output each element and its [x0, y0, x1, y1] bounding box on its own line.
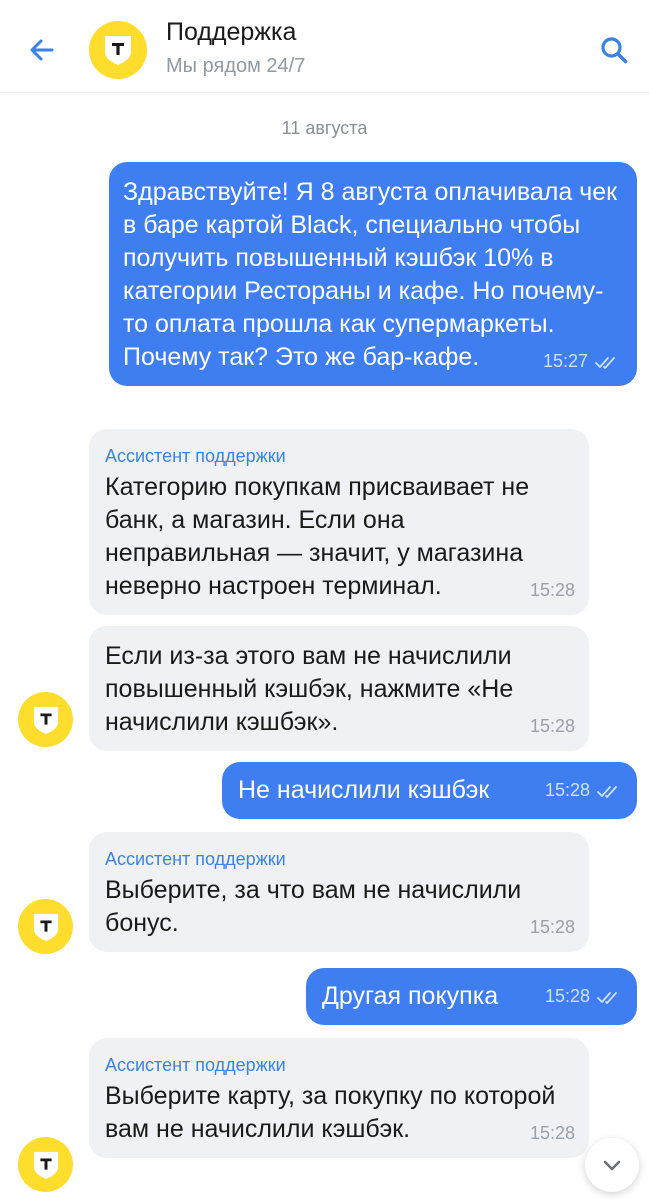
- incoming-message[interactable]: Ассистент поддержки Выберите, за что вам…: [89, 832, 589, 952]
- outgoing-message[interactable]: Здравствуйте! Я 8 августа оплачивала чек…: [109, 162, 637, 386]
- date-separator: 11 августа: [281, 118, 368, 138]
- incoming-message[interactable]: Ассистент поддержки Выберите карту, за п…: [89, 1038, 589, 1158]
- incoming-message[interactable]: Ассистент поддержки Категорию покупкам п…: [89, 429, 589, 615]
- bank-logo-icon: [33, 913, 58, 941]
- message-text: Выберите, за что вам не начислили бонус.: [105, 876, 522, 937]
- double-check-icon: [597, 786, 617, 798]
- message-time: 15:28: [544, 780, 590, 800]
- message-time: 15:28: [529, 580, 575, 600]
- bank-logo-icon: [33, 706, 58, 734]
- search-button[interactable]: [594, 30, 634, 70]
- chat-subtitle: Мы рядом 24/7: [166, 55, 306, 77]
- outgoing-message[interactable]: Не начислили кэшбэк 15:28: [222, 762, 637, 819]
- sender-name: Ассистент поддержки: [105, 849, 286, 869]
- search-icon: [601, 37, 628, 64]
- double-check-icon: [595, 357, 615, 369]
- assistant-avatar[interactable]: [18, 1137, 73, 1192]
- incoming-message[interactable]: Если из-за этого вам не начислили повыше…: [89, 626, 589, 751]
- message-text: Другая покупка: [322, 982, 499, 1010]
- message-time: 15:28: [529, 917, 575, 937]
- scroll-to-bottom-button[interactable]: [585, 1138, 639, 1192]
- chat-header: Поддержка Мы рядом 24/7: [0, 0, 649, 93]
- sender-name: Ассистент поддержки: [105, 1055, 286, 1075]
- message-meta: 15:27: [543, 349, 619, 373]
- message-time: 15:28: [544, 986, 590, 1006]
- chat-title: Поддержка: [166, 18, 297, 46]
- double-check-icon: [597, 992, 617, 1004]
- chat-avatar[interactable]: [89, 21, 147, 79]
- message-text: Если из-за этого вам не начислили повыше…: [105, 642, 514, 736]
- message-text: Категорию покупкам присваивает не банк, …: [105, 473, 530, 600]
- assistant-avatar[interactable]: [18, 692, 73, 747]
- chevron-down-icon: [603, 1160, 621, 1171]
- message-meta: 15:28: [545, 984, 621, 1008]
- bank-logo-icon: [33, 1151, 58, 1179]
- message-time: 15:28: [529, 1123, 575, 1143]
- message-text: Не начислили кэшбэк: [238, 776, 490, 804]
- back-button[interactable]: [22, 30, 62, 70]
- assistant-avatar[interactable]: [18, 899, 73, 954]
- message-text: Здравствуйте! Я 8 августа оплачивала чек…: [123, 178, 618, 371]
- arrow-left-icon: [30, 39, 54, 61]
- message-meta: 15:28: [545, 778, 621, 802]
- sender-name: Ассистент поддержки: [105, 446, 286, 466]
- outgoing-message[interactable]: Другая покупка 15:28: [306, 968, 637, 1025]
- message-time: 15:28: [529, 716, 575, 736]
- message-time: 15:27: [542, 351, 588, 371]
- bank-logo-icon: [105, 36, 131, 65]
- message-text: Выберите карту, за покупку по которой ва…: [105, 1082, 556, 1143]
